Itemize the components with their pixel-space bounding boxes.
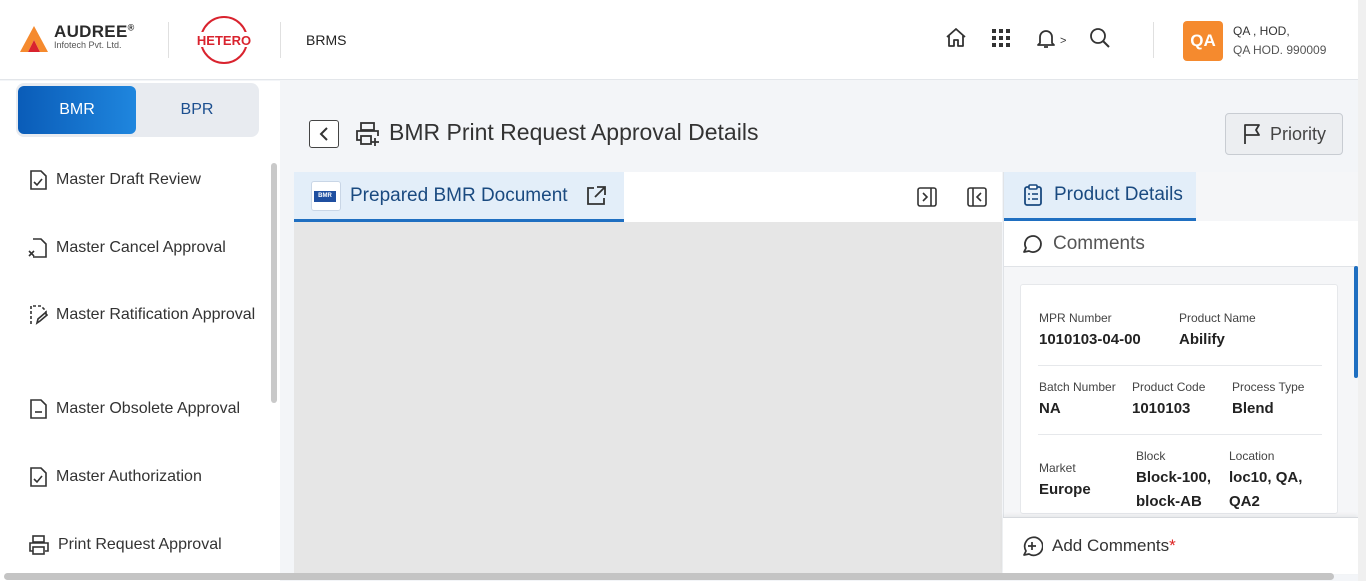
sidebar-item-master-draft-review[interactable]: Master Draft Review bbox=[28, 166, 201, 193]
page-title: BMR Print Request Approval Details bbox=[389, 119, 759, 145]
sidebar-item-master-authorization[interactable]: Master Authorization bbox=[28, 463, 202, 490]
search-icon[interactable] bbox=[1088, 26, 1112, 50]
tab-bmr[interactable]: BMR bbox=[18, 86, 136, 134]
sidebar-item-label: Master Draft Review bbox=[56, 171, 201, 188]
document-tabbar: BMR Prepared BMR Document bbox=[294, 172, 1002, 222]
block-value-line2: block-AB bbox=[1136, 493, 1202, 510]
required-asterisk: * bbox=[1169, 536, 1176, 555]
bell-icon[interactable]: > bbox=[1034, 26, 1070, 50]
mpr-number-label: MPR Number bbox=[1039, 311, 1112, 325]
tab-label: Product Details bbox=[1054, 184, 1183, 205]
product-details-card: MPR Number 1010103-04-00 Product Name Ab… bbox=[1020, 284, 1338, 514]
app-name: BRMS bbox=[306, 32, 347, 48]
registered-mark: ® bbox=[127, 22, 135, 33]
header-divider bbox=[168, 22, 169, 58]
sidebar-item-master-obsolete-approval[interactable]: Master Obsolete Approval bbox=[28, 395, 240, 422]
page-scroll-track bbox=[1358, 0, 1366, 581]
sidebar-scrollbar[interactable] bbox=[271, 163, 277, 403]
product-code-value: 1010103 bbox=[1132, 400, 1191, 417]
open-external-icon[interactable] bbox=[585, 185, 607, 207]
sidebar-item-master-cancel-approval[interactable]: Master Cancel Approval bbox=[28, 234, 226, 261]
location-value-line1: loc10, QA, bbox=[1229, 469, 1303, 486]
hetero-logo: HETERO bbox=[193, 15, 255, 65]
clipboard-icon bbox=[1024, 184, 1042, 206]
doc-check-icon bbox=[30, 170, 47, 190]
sidebar: BMR BPR Master Draft Review Master Cance… bbox=[0, 81, 280, 581]
tab-prepared-bmr-document[interactable]: BMR Prepared BMR Document bbox=[294, 172, 624, 222]
bmr-bpr-toggle: BMR BPR bbox=[16, 83, 259, 137]
notification-indicator: > bbox=[1060, 35, 1067, 47]
divider bbox=[1038, 434, 1322, 435]
product-name-value: Abilify bbox=[1179, 331, 1225, 348]
details-panel: Product Details Comments MPR Number 1010… bbox=[1003, 172, 1359, 574]
header-divider bbox=[280, 22, 281, 58]
product-code-label: Product Code bbox=[1132, 380, 1206, 394]
audree-logo[interactable]: AUDREE® Infotech Pvt. Ltd. bbox=[20, 22, 135, 56]
back-button[interactable] bbox=[309, 120, 339, 148]
location-label: Location bbox=[1229, 449, 1275, 463]
user-avatar[interactable]: QA bbox=[1183, 21, 1223, 61]
doc-minus-icon bbox=[30, 399, 47, 419]
sidebar-item-label: Master Authorization bbox=[56, 468, 202, 485]
process-type-value: Blend bbox=[1232, 400, 1274, 417]
chevron-left-icon bbox=[319, 127, 328, 141]
add-comments-label: Add Comments bbox=[1052, 536, 1170, 555]
mpr-number-value: 1010103-04-00 bbox=[1039, 331, 1141, 348]
sidebar-item-label: Master Ratification Approval bbox=[56, 306, 256, 323]
user-role: QA , HOD, bbox=[1233, 24, 1290, 38]
tab-bpr[interactable]: BPR bbox=[138, 86, 256, 134]
bmr-document-icon: BMR bbox=[311, 180, 341, 211]
sidebar-item-master-ratification-approval[interactable]: Master Ratification Approval bbox=[28, 301, 258, 328]
top-header: AUDREE® Infotech Pvt. Ltd. HETERO BRMS >… bbox=[0, 0, 1366, 80]
flag-icon bbox=[1244, 124, 1260, 144]
sidebar-item-print-request-approval[interactable]: Print Request Approval bbox=[28, 531, 222, 558]
horizontal-scrollbar[interactable] bbox=[4, 573, 1334, 580]
header-divider bbox=[1153, 22, 1154, 58]
market-value: Europe bbox=[1039, 481, 1091, 498]
block-value-line1: Block-100, bbox=[1136, 469, 1212, 486]
priority-label: Priority bbox=[1269, 123, 1326, 144]
company-name: AUDREE bbox=[54, 22, 128, 41]
collapse-left-icon[interactable] bbox=[966, 186, 988, 208]
tab-product-details[interactable]: Product Details bbox=[1004, 172, 1196, 221]
add-comments-button[interactable]: Add Comments * bbox=[1003, 517, 1358, 574]
divider bbox=[1038, 365, 1322, 366]
doc-cancel-icon bbox=[28, 238, 47, 258]
add-comment-icon bbox=[1023, 536, 1043, 557]
market-label: Market bbox=[1039, 461, 1076, 475]
tab-label: Comments bbox=[1053, 232, 1145, 254]
sidebar-item-label: Master Cancel Approval bbox=[56, 239, 226, 256]
collapse-right-icon[interactable] bbox=[916, 186, 938, 208]
document-tab-label: Prepared BMR Document bbox=[350, 184, 568, 206]
product-name-label: Product Name bbox=[1179, 311, 1256, 325]
batch-number-label: Batch Number bbox=[1039, 380, 1116, 394]
sidebar-item-label: Print Request Approval bbox=[58, 536, 222, 553]
sidebar-item-label: Master Obsolete Approval bbox=[56, 400, 241, 417]
location-value-line2: QA2 bbox=[1229, 493, 1260, 510]
bmr-icon-text: BMR bbox=[314, 190, 336, 202]
batch-number-value: NA bbox=[1039, 400, 1061, 417]
block-label: Block bbox=[1136, 449, 1166, 463]
audree-logo-mark bbox=[20, 26, 48, 56]
tab-comments[interactable]: Comments bbox=[1004, 221, 1359, 267]
apps-grid-icon[interactable] bbox=[989, 26, 1013, 50]
home-icon[interactable] bbox=[944, 26, 968, 50]
printer-icon bbox=[355, 121, 381, 152]
comment-bubble-icon bbox=[1023, 234, 1042, 253]
document-viewer: BMR Prepared BMR Document bbox=[294, 172, 1002, 574]
doc-edit-icon bbox=[30, 305, 48, 325]
priority-button[interactable]: Priority bbox=[1225, 113, 1343, 155]
hetero-logo-text: HETERO bbox=[197, 33, 251, 48]
doc-check-icon bbox=[30, 467, 47, 487]
process-type-label: Process Type bbox=[1232, 380, 1305, 394]
printer-icon bbox=[29, 535, 49, 555]
user-name-id: QA HOD. 990009 bbox=[1233, 43, 1327, 57]
